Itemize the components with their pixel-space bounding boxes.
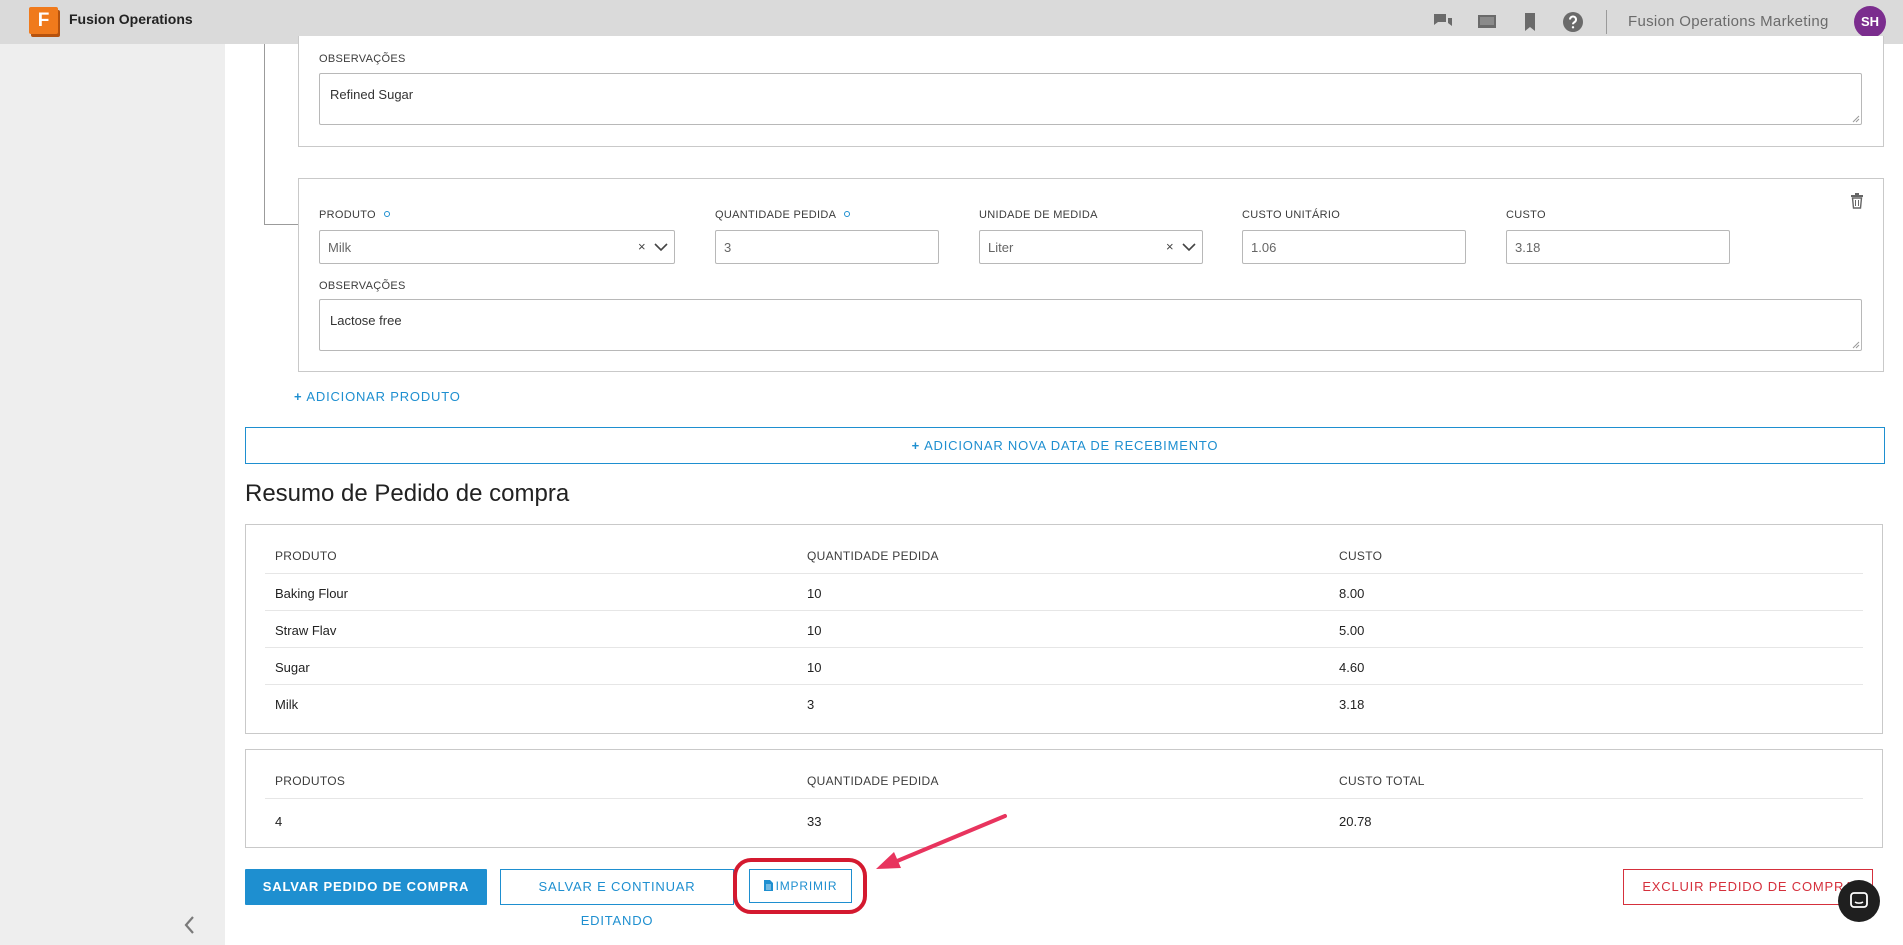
annotation-arrow-icon: [876, 814, 1007, 869]
cell-product: Baking Flour: [275, 586, 348, 601]
notes-value: Refined Sugar: [330, 87, 414, 102]
line-item-card-prev: OBSERVAÇÕES Refined Sugar: [298, 36, 1884, 147]
cost-value: 3.18: [1515, 240, 1541, 255]
column-header: QUANTIDADE PEDIDA: [807, 774, 939, 788]
totals-table: PRODUTOS QUANTIDADE PEDIDA CUSTO TOTAL 4…: [245, 749, 1883, 848]
left-sidebar: [0, 44, 225, 945]
cell-quantity: 10: [807, 623, 822, 638]
cell-product: Sugar: [275, 660, 310, 675]
cell-cost: 8.00: [1339, 586, 1365, 601]
unit-cost-value: 1.06: [1251, 240, 1277, 255]
unit-cost-label: CUSTO UNITÁRIO: [1242, 209, 1341, 221]
column-header: PRODUTO: [275, 549, 337, 563]
app-logo[interactable]: F: [29, 7, 60, 37]
product-value: Milk: [328, 240, 352, 255]
notes-label: OBSERVAÇÕES: [319, 280, 406, 292]
help-icon[interactable]: [1562, 11, 1584, 33]
cell-products-count: 4: [275, 814, 283, 829]
column-header: CUSTO TOTAL: [1339, 774, 1425, 788]
avatar[interactable]: SH: [1854, 6, 1886, 38]
tree-connector: [264, 44, 265, 225]
cell-product: Milk: [275, 697, 299, 712]
plus-icon: +: [911, 438, 921, 453]
table-row: Straw Flav 10 5.00: [265, 611, 1863, 648]
trash-icon[interactable]: [1850, 193, 1864, 209]
bookmark-icon[interactable]: [1519, 11, 1541, 33]
required-indicator-icon: [844, 211, 851, 217]
cell-total-quantity: 33: [807, 814, 822, 829]
product-select[interactable]: Milk ×: [319, 230, 675, 264]
resize-grip-icon[interactable]: [1852, 115, 1860, 123]
tree-connector: [264, 224, 298, 225]
notes-textarea[interactable]: Lactose free: [319, 299, 1862, 351]
chat-icon[interactable]: [1432, 11, 1454, 33]
annotation-highlight: [733, 858, 867, 914]
table-row: Milk 3 3.18: [265, 685, 1863, 722]
add-product-link[interactable]: + ADICIONAR PRODUTO: [294, 389, 461, 404]
quantity-label: QUANTIDADE PEDIDA: [715, 209, 851, 221]
cost-label: CUSTO: [1506, 209, 1546, 221]
required-indicator-icon: [383, 211, 390, 217]
notes-textarea[interactable]: Refined Sugar: [319, 73, 1862, 125]
line-item-card: PRODUTO Milk × QUANTIDADE PEDIDA 3 UNIDA…: [298, 178, 1884, 372]
product-label: PRODUTO: [319, 209, 390, 221]
notes-value: Lactose free: [330, 313, 402, 328]
chevron-down-icon[interactable]: [1182, 240, 1196, 254]
plus-icon: +: [294, 389, 303, 404]
unit-value: Liter: [988, 240, 1014, 255]
unit-label: UNIDADE DE MEDIDA: [979, 209, 1098, 221]
cell-quantity: 10: [807, 660, 822, 675]
table-row: Baking Flour 10 8.00: [265, 574, 1863, 611]
cell-cost: 5.00: [1339, 623, 1365, 638]
clear-icon[interactable]: ×: [1166, 239, 1174, 254]
account-name[interactable]: Fusion Operations Marketing: [1628, 13, 1829, 30]
unit-select[interactable]: Liter ×: [979, 230, 1203, 264]
column-header: QUANTIDADE PEDIDA: [807, 549, 939, 563]
chevron-left-icon[interactable]: [181, 914, 199, 936]
cell-product: Straw Flav: [275, 623, 337, 638]
cell-quantity: 3: [807, 697, 815, 712]
column-header: CUSTO: [1339, 549, 1383, 563]
table-header: PRODUTOS QUANTIDADE PEDIDA CUSTO TOTAL: [265, 762, 1863, 799]
notes-label: OBSERVAÇÕES: [319, 53, 406, 65]
summary-title: Resumo de Pedido de compra: [245, 480, 570, 507]
cell-quantity: 10: [807, 586, 822, 601]
table-header: PRODUTO QUANTIDADE PEDIDA CUSTO: [265, 537, 1863, 574]
clear-icon[interactable]: ×: [638, 239, 646, 254]
save-continue-editing-button[interactable]: SALVAR E CONTINUAR EDITANDO: [500, 869, 734, 928]
add-receipt-date-button[interactable]: + ADICIONAR NOVA DATA DE RECEBIMENTO: [245, 427, 1885, 464]
delete-purchase-order-button[interactable]: EXCLUIR PEDIDO DE COMPRA: [1623, 869, 1873, 905]
cell-cost: 3.18: [1339, 697, 1365, 712]
chevron-down-icon[interactable]: [654, 240, 668, 254]
table-row: Sugar 10 4.60: [265, 648, 1863, 685]
resize-grip-icon[interactable]: [1852, 341, 1860, 349]
save-purchase-order-button[interactable]: SALVAR PEDIDO DE COMPRA: [245, 869, 487, 905]
table-row: 4 33 20.78: [265, 802, 1863, 839]
unit-cost-input[interactable]: 1.06: [1242, 230, 1466, 264]
top-divider: [1606, 10, 1607, 34]
add-receipt-date-label: ADICIONAR NOVA DATA DE RECEBIMENTO: [924, 438, 1219, 453]
cost-input[interactable]: 3.18: [1506, 230, 1730, 264]
cell-total-cost: 20.78: [1339, 814, 1372, 829]
logo-letter: F: [29, 7, 58, 34]
summary-table: PRODUTO QUANTIDADE PEDIDA CUSTO Baking F…: [245, 524, 1883, 734]
chat-launcher-button[interactable]: [1838, 880, 1880, 922]
quantity-input[interactable]: 3: [715, 230, 939, 264]
quantity-value: 3: [724, 240, 732, 255]
column-header: PRODUTOS: [275, 774, 346, 788]
cell-cost: 4.60: [1339, 660, 1365, 675]
chat-icon: [1850, 892, 1868, 908]
screen-icon[interactable]: [1476, 11, 1498, 33]
app-title: Fusion Operations: [69, 11, 193, 27]
add-product-label: ADICIONAR PRODUTO: [306, 389, 461, 404]
